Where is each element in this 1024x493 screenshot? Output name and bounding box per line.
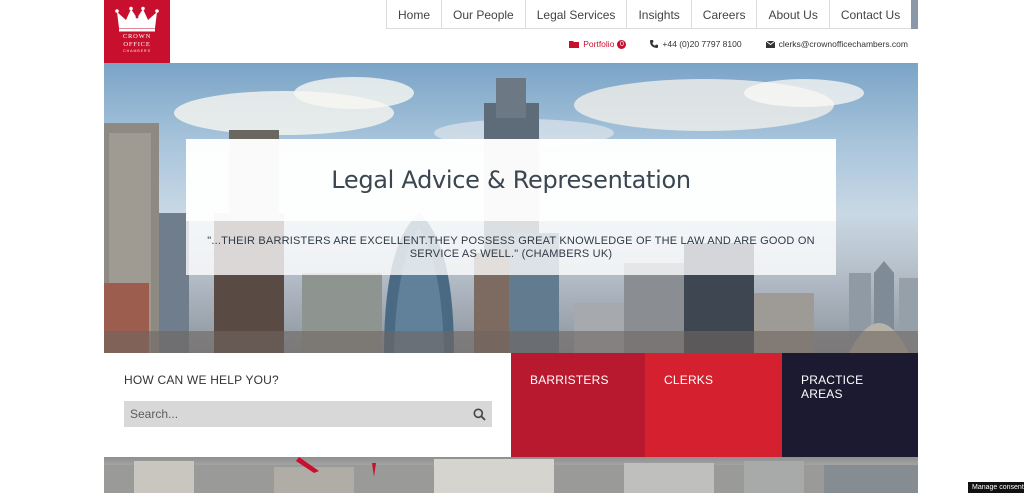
phone-number: +44 (0)20 7797 8100 (662, 39, 742, 49)
nav-contact-us[interactable]: Contact Us (828, 0, 911, 29)
nav-careers[interactable]: Careers (690, 0, 757, 29)
logo-text-line1: CROWN (122, 33, 152, 40)
search-icon[interactable] (473, 408, 486, 421)
email-address: clerks@crownofficechambers.com (778, 39, 908, 49)
help-panel: HOW CAN WE HELP YOU? (104, 353, 511, 457)
nav-insights[interactable]: Insights (626, 0, 690, 29)
folder-icon (569, 40, 580, 48)
hero-banner: Legal Advice & Representation "...THEIR … (104, 63, 918, 353)
help-search-input[interactable] (130, 407, 450, 421)
bottom-image-strip (104, 457, 918, 493)
portfolio-link[interactable]: Portfolio 0 (569, 39, 627, 49)
hero-title-box: Legal Advice & Representation (186, 139, 836, 221)
logo-text-line3: CHAMBERS (123, 49, 151, 53)
nav-about-us[interactable]: About Us (756, 0, 828, 29)
logo-text-line2: OFFICE (123, 41, 151, 48)
portfolio-count-badge: 0 (617, 39, 627, 49)
clerks-tile[interactable]: CLERKS (645, 353, 782, 457)
hero-quote: "...THEIR BARRISTERS ARE EXCELLENT.THEY … (207, 235, 815, 260)
site-logo[interactable]: CROWN OFFICE CHAMBERS (104, 0, 170, 63)
portfolio-label: Portfolio (583, 39, 615, 49)
hero-quote-box: "...THEIR BARRISTERS ARE EXCELLENT.THEY … (186, 221, 836, 275)
envelope-icon (765, 40, 775, 48)
practice-areas-tile[interactable]: PRACTICE AREAS (782, 353, 918, 457)
phone-icon (650, 40, 659, 48)
city-rooftops-image (104, 457, 918, 493)
crown-icon (115, 6, 159, 32)
main-nav: Home Our People Legal Services Insights … (386, 0, 918, 29)
help-search-box (124, 401, 492, 427)
nav-home[interactable]: Home (386, 0, 441, 29)
website: CROWN OFFICE CHAMBERS Home Our People Le… (104, 0, 918, 493)
phone-link[interactable]: +44 (0)20 7797 8100 (650, 39, 742, 49)
hero-content-box: Legal Advice & Representation "...THEIR … (186, 139, 836, 275)
barristers-tile[interactable]: BARRISTERS (511, 353, 645, 457)
nav-our-people[interactable]: Our People (441, 0, 525, 29)
nav-legal-services[interactable]: Legal Services (524, 0, 627, 29)
nav-search-button[interactable] (911, 0, 918, 29)
email-link[interactable]: clerks@crownofficechambers.com (765, 39, 908, 49)
utility-bar: Portfolio 0 +44 (0)20 7797 8100 clerks@c… (545, 37, 908, 51)
help-title: HOW CAN WE HELP YOU? (124, 373, 279, 387)
hero-title: Legal Advice & Representation (331, 166, 691, 194)
manage-consent-button[interactable]: Manage consent (968, 482, 1024, 493)
